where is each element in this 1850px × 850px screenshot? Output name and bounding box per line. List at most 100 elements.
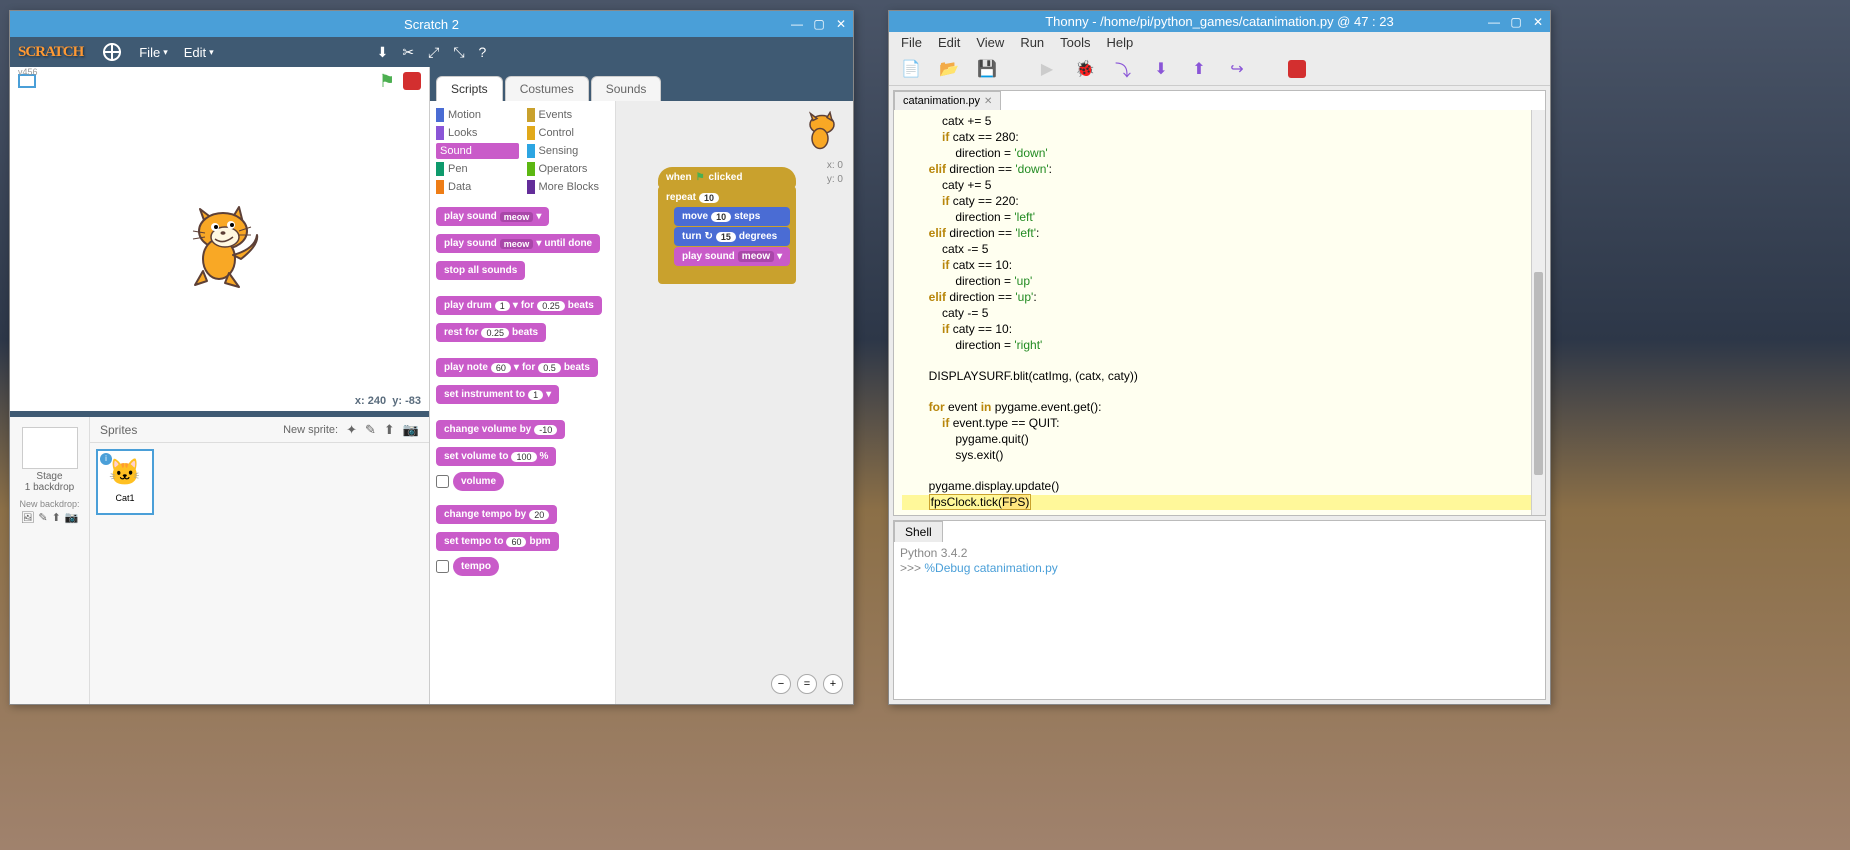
block-tempo[interactable]: tempo (453, 557, 499, 576)
camera-backdrop-icon[interactable]: 📷 (65, 511, 79, 524)
block-stop-all-sounds[interactable]: stop all sounds (436, 261, 525, 280)
shell-output[interactable]: Python 3.4.2 >>> %Debug catanimation.py (894, 542, 1545, 699)
maximize-button[interactable]: ▢ (811, 16, 827, 32)
menu-edit[interactable]: Edit (932, 33, 966, 52)
tempo-reporter-checkbox[interactable] (436, 560, 449, 573)
stage-canvas[interactable] (10, 95, 429, 385)
menu-run[interactable]: Run (1014, 33, 1050, 52)
minimize-button[interactable]: — (789, 16, 805, 32)
sprite-item-cat1[interactable]: i 🐱 Cat1 (96, 449, 154, 515)
repeat-block[interactable]: repeat10 move10steps turn↻15degrees play… (658, 186, 796, 284)
block-play-drum[interactable]: play drum1▾for0.25beats (436, 296, 602, 315)
resume-icon[interactable]: ↪ (1223, 55, 1251, 83)
save-file-icon[interactable]: 💾 (973, 55, 1001, 83)
run-icon[interactable]: ▶ (1033, 55, 1061, 83)
category-operators[interactable]: Operators (527, 161, 610, 177)
category-pen[interactable]: Pen (436, 161, 519, 177)
menu-file[interactable]: File (895, 33, 928, 52)
zoom-reset-icon[interactable]: = (797, 674, 817, 694)
edit-menu[interactable]: Edit (176, 45, 222, 60)
scratch-title: Scratch 2 (10, 17, 853, 32)
shrink-icon[interactable]: ⤡ (453, 44, 464, 61)
volume-reporter-checkbox[interactable] (436, 475, 449, 488)
upload-sprite-icon[interactable]: ⬆ (384, 422, 395, 438)
shell-tab[interactable]: Shell (894, 521, 943, 542)
menu-tools[interactable]: Tools (1054, 33, 1096, 52)
close-button[interactable]: ✕ (833, 16, 849, 32)
thonny-toolbar: 📄 📂 💾 ▶ 🐞 ⤵ ⬇ ⬆ ↪ (889, 53, 1550, 86)
block-play-sound-until[interactable]: play soundmeow▾until done (436, 234, 600, 253)
category-more[interactable]: More Blocks (527, 179, 610, 195)
turn-block[interactable]: turn↻15degrees (674, 227, 790, 246)
category-sensing[interactable]: Sensing (527, 143, 610, 159)
stage-area: ⚑ v456 (10, 67, 429, 417)
block-volume[interactable]: volume (453, 472, 504, 491)
stage-thumbnail[interactable] (22, 427, 78, 469)
new-backdrop-label: New backdrop: (16, 499, 83, 509)
green-flag-icon[interactable]: ⚑ (379, 71, 395, 92)
stamp-icon[interactable]: ⬇ (377, 44, 389, 61)
step-out-icon[interactable]: ⬆ (1185, 55, 1213, 83)
upload-backdrop-icon[interactable]: ⬆ (52, 511, 61, 524)
block-change-tempo[interactable]: change tempo by20 (436, 505, 557, 524)
play-sound-block[interactable]: play soundmeow▾ (674, 247, 790, 266)
grow-icon[interactable]: ⤢ (428, 44, 439, 61)
open-file-icon[interactable]: 📂 (935, 55, 963, 83)
code-editor[interactable]: catx += 5 if catx == 280: direction = 'd… (894, 110, 1545, 515)
category-data[interactable]: Data (436, 179, 519, 195)
script-stack[interactable]: when⚑clicked repeat10 move10steps turn↻1… (658, 167, 796, 284)
move-block[interactable]: move10steps (674, 207, 790, 226)
block-change-volume[interactable]: change volume by-10 (436, 420, 565, 439)
tab-costumes[interactable]: Costumes (505, 76, 589, 101)
zoom-in-icon[interactable]: + (823, 674, 843, 694)
when-flag-clicked-block[interactable]: when⚑clicked (658, 167, 796, 188)
minimize-button[interactable]: — (1486, 14, 1502, 30)
category-looks[interactable]: Looks (436, 125, 519, 141)
step-over-icon[interactable]: ⤵ (1109, 55, 1137, 83)
stop-icon[interactable] (1283, 55, 1311, 83)
paint-backdrop-icon[interactable]: ✎ (38, 511, 47, 524)
stop-icon[interactable] (403, 72, 421, 90)
block-set-tempo[interactable]: set tempo to60bpm (436, 532, 559, 551)
block-rest-for[interactable]: rest for0.25beats (436, 323, 546, 342)
step-into-icon[interactable]: ⬇ (1147, 55, 1175, 83)
category-events[interactable]: Events (527, 107, 610, 123)
zoom-out-icon[interactable]: − (771, 674, 791, 694)
block-set-instrument[interactable]: set instrument to1▾ (436, 385, 559, 404)
choose-sprite-icon[interactable]: ✦ (346, 422, 357, 438)
help-icon[interactable]: ? (479, 44, 487, 61)
category-motion[interactable]: Motion (436, 107, 519, 123)
editor-tab[interactable]: catanimation.py✕ (894, 91, 1001, 110)
cat-sprite[interactable] (185, 205, 265, 296)
maximize-button[interactable]: ▢ (1508, 14, 1524, 30)
sprites-label: Sprites (100, 423, 137, 437)
close-tab-icon[interactable]: ✕ (984, 96, 992, 107)
category-control[interactable]: Control (527, 125, 610, 141)
scratch-window: Scratch 2 — ▢ ✕ SCRATCH File Edit ⬇ ✂ ⤢ … (9, 10, 854, 705)
category-sound[interactable]: Sound (436, 143, 519, 159)
tab-sounds[interactable]: Sounds (591, 76, 662, 101)
sprite-info-icon[interactable]: i (100, 453, 112, 465)
backdrop-count: 1 backdrop (16, 482, 83, 493)
paint-sprite-icon[interactable]: ✎ (365, 422, 376, 438)
debug-icon[interactable]: 🐞 (1071, 55, 1099, 83)
file-menu[interactable]: File (131, 45, 175, 60)
menu-view[interactable]: View (970, 33, 1010, 52)
choose-backdrop-icon[interactable]: 🖼 (20, 511, 34, 524)
python-version: Python 3.4.2 (900, 546, 1539, 561)
close-button[interactable]: ✕ (1530, 14, 1546, 30)
script-area[interactable]: x: 0y: 0 when⚑clicked repeat10 move10ste… (616, 101, 853, 704)
language-icon[interactable] (103, 43, 121, 61)
camera-sprite-icon[interactable]: 📷 (403, 422, 419, 438)
block-set-volume[interactable]: set volume to100% (436, 447, 556, 466)
stage-version-label: v456 (18, 67, 38, 77)
block-play-note[interactable]: play note60▾for0.5beats (436, 358, 598, 377)
new-file-icon[interactable]: 📄 (897, 55, 925, 83)
cut-icon[interactable]: ✂ (402, 44, 414, 61)
stage-thumb-column: Stage 1 backdrop New backdrop: 🖼 ✎ ⬆ 📷 (10, 417, 90, 704)
new-sprite-label: New sprite: (283, 424, 338, 436)
tab-scripts[interactable]: Scripts (436, 76, 503, 101)
block-play-sound[interactable]: play soundmeow▾ (436, 207, 549, 226)
menu-help[interactable]: Help (1101, 33, 1140, 52)
editor-scrollbar[interactable] (1531, 110, 1545, 515)
